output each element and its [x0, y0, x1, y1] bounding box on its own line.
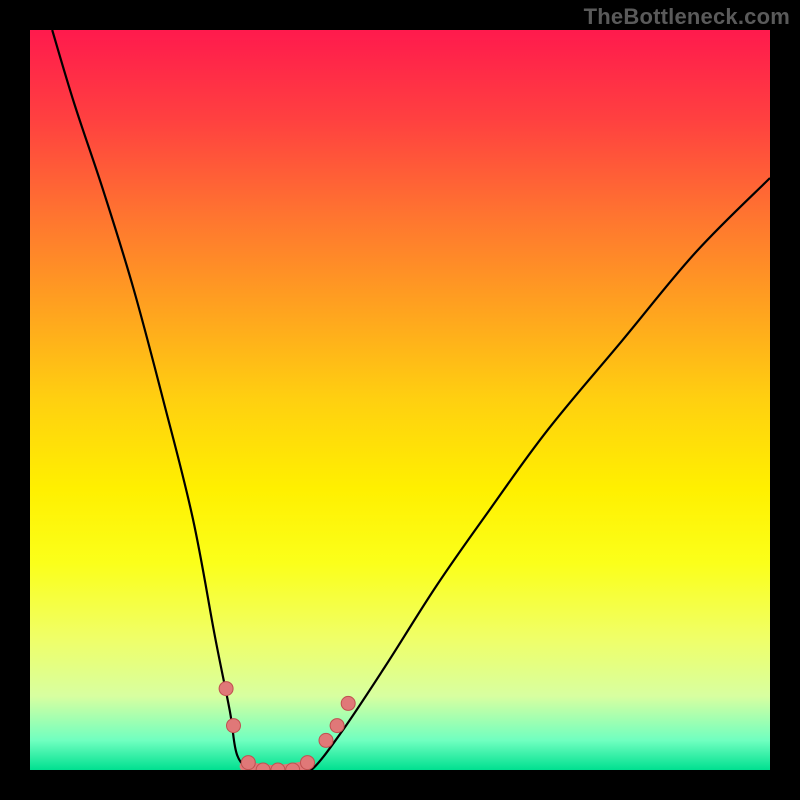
plot-area: [30, 30, 770, 770]
data-marker: [241, 756, 255, 770]
curve-svg: [30, 30, 770, 770]
marker-group: [219, 682, 355, 770]
data-marker: [219, 682, 233, 696]
data-marker: [341, 696, 355, 710]
bottleneck-curve: [52, 30, 770, 770]
data-marker: [319, 733, 333, 747]
data-marker: [330, 719, 344, 733]
data-marker: [227, 719, 241, 733]
data-marker: [271, 763, 285, 770]
data-marker: [301, 756, 315, 770]
watermark-text: TheBottleneck.com: [584, 4, 790, 30]
chart-frame: TheBottleneck.com: [0, 0, 800, 800]
